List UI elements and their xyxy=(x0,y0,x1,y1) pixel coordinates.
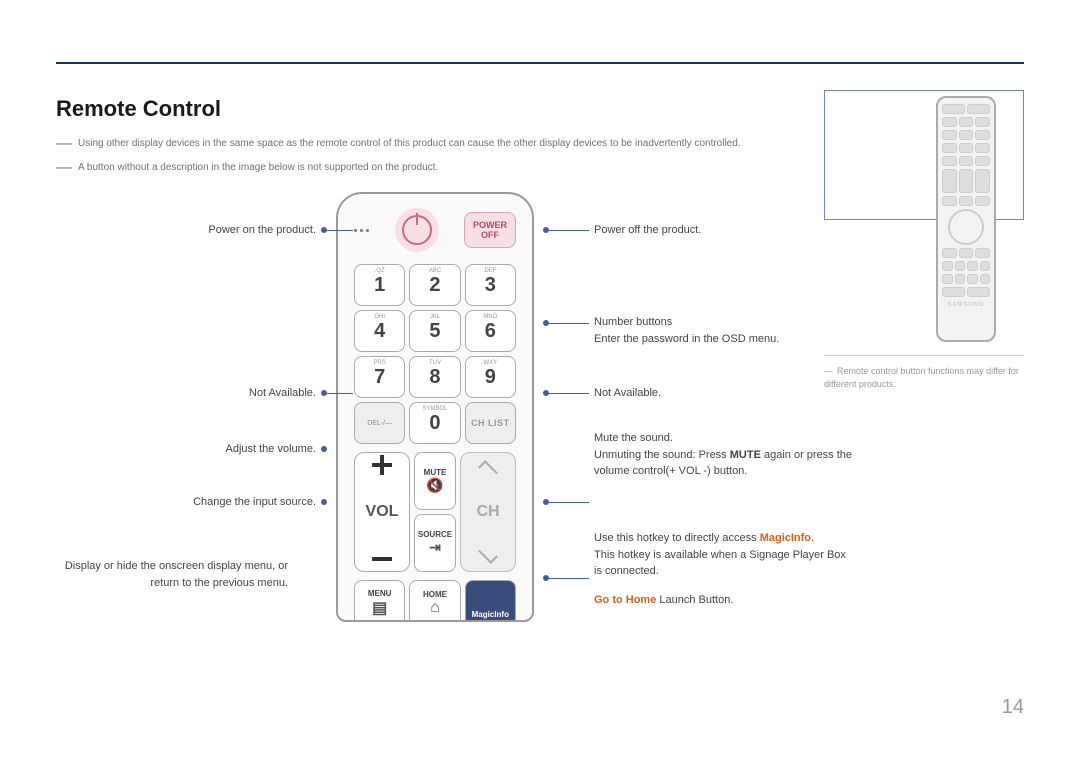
minus-icon xyxy=(372,557,392,561)
key-7: PRS7 xyxy=(354,356,405,398)
leader-line xyxy=(327,230,353,231)
leader-dot xyxy=(321,499,327,505)
leader-line xyxy=(549,323,589,324)
key-5: JKL5 xyxy=(409,310,460,352)
channel-rocker: CH xyxy=(460,452,516,572)
menu-button: MENU▤ xyxy=(354,580,405,622)
dash-icon: ― xyxy=(56,136,72,152)
mute-button: MUTE🔇 xyxy=(414,452,456,510)
callout-home: Go to Home Launch Button. xyxy=(594,592,733,609)
mini-remote-illustration: SAMSUNG xyxy=(936,96,996,342)
home-icon: ⌂ xyxy=(430,599,440,617)
callout-not-available-left: Not Available. xyxy=(56,385,316,402)
source-icon: ⇥ xyxy=(429,539,441,556)
callout-mute: Mute the sound. Unmuting the sound: Pres… xyxy=(594,430,854,480)
power-off-button: POWER OFF xyxy=(464,212,516,248)
source-button: SOURCE⇥ xyxy=(414,514,456,572)
leader-line xyxy=(327,393,353,394)
remote-control-diagram: POWER OFF .QZ1 ABC2 DEF3 GHI4 JKL5 MNO6 … xyxy=(336,192,534,622)
note-line-2: ― A button without a description in the … xyxy=(56,158,438,174)
chevron-up-icon xyxy=(478,460,498,480)
callout-power-off: Power off the product. xyxy=(594,222,701,239)
callout-menu: Display or hide the onscreen display men… xyxy=(28,558,288,591)
side-rule xyxy=(824,355,1024,356)
key-8: TUV8 xyxy=(409,356,460,398)
callout-power-on: Power on the product. xyxy=(56,222,316,239)
leader-line xyxy=(549,502,589,503)
dash-icon: ― xyxy=(56,160,72,176)
chevron-down-icon xyxy=(478,544,498,564)
key-del: DEL-/— xyxy=(354,402,405,444)
callout-volume: Adjust the volume. xyxy=(56,441,316,458)
callout-source: Change the input source. xyxy=(56,494,316,511)
key-9: WXY9 xyxy=(465,356,516,398)
key-2: ABC2 xyxy=(409,264,460,306)
leader-line xyxy=(549,578,589,579)
home-button: HOME⌂ xyxy=(409,580,460,622)
volume-rocker: VOL xyxy=(354,452,410,572)
key-4: GHI4 xyxy=(354,310,405,352)
leader-line xyxy=(549,230,589,231)
note-line-1: ― Using other display devices in the sam… xyxy=(56,134,741,150)
header-rule xyxy=(56,62,1024,64)
menu-icon: ▤ xyxy=(372,598,387,618)
page-title: Remote Control xyxy=(56,96,221,122)
page-number: 14 xyxy=(1002,696,1024,719)
note-text: A button without a description in the im… xyxy=(78,162,438,173)
callout-numbers: Number buttonsEnter the password in the … xyxy=(594,314,779,347)
callout-magicinfo: Use this hotkey to directly access Magic… xyxy=(594,530,854,580)
vol-label: VOL xyxy=(366,503,399,521)
mute-icon: 🔇 xyxy=(426,477,443,494)
number-pad: .QZ1 ABC2 DEF3 GHI4 JKL5 MNO6 PRS7 TUV8 … xyxy=(348,260,522,448)
magicinfo-button: MagicInfo xyxy=(465,580,516,622)
power-on-button xyxy=(395,208,439,252)
ch-label: CH xyxy=(476,503,499,521)
key-3: DEF3 xyxy=(465,264,516,306)
leader-dot xyxy=(321,446,327,452)
brand-label: SAMSUNG xyxy=(942,302,990,308)
plus-icon xyxy=(372,463,392,467)
callout-not-available-right: Not Available. xyxy=(594,385,661,402)
note-text: Using other display devices in the same … xyxy=(78,138,741,149)
key-1: .QZ1 xyxy=(354,264,405,306)
key-6: MNO6 xyxy=(465,310,516,352)
side-note: ―Remote control button functions may dif… xyxy=(824,365,1024,390)
key-0: SYMBOL0 xyxy=(409,402,460,444)
key-chlist: CH LIST xyxy=(465,402,516,444)
ir-dots-icon xyxy=(354,229,369,232)
leader-line xyxy=(549,393,589,394)
